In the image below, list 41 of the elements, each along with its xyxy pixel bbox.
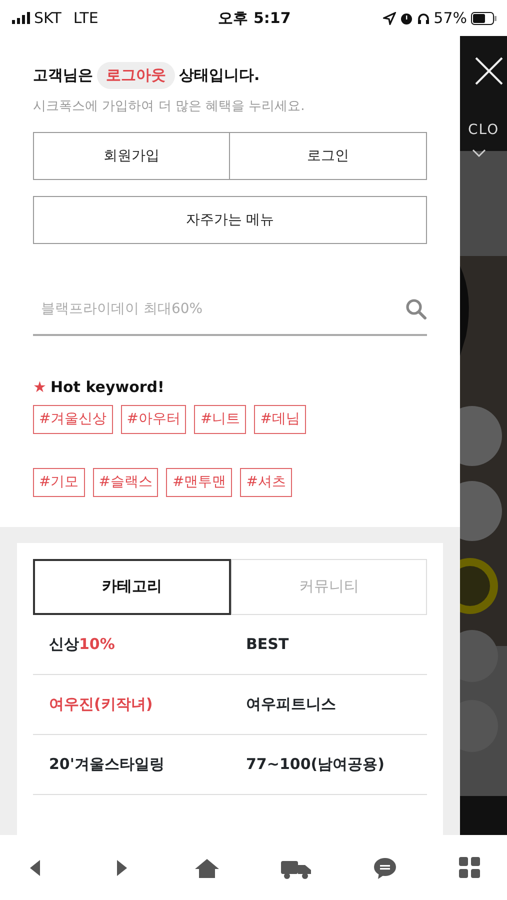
category-link[interactable]: 신상10% <box>33 632 230 656</box>
chat-icon[interactable] <box>372 856 397 880</box>
frequent-menu-button[interactable]: 자주가는 메뉴 <box>33 196 427 244</box>
keyword-tag[interactable]: #아우터 <box>120 404 186 434</box>
keyword-tag[interactable]: #니트 <box>194 404 246 434</box>
greeting-text: 상태입니다. <box>179 65 260 86</box>
carrier-name: SKT <box>34 8 62 29</box>
hot-keyword-title: Hot keyword! <box>50 377 164 398</box>
battery-percent: 57% <box>434 8 467 29</box>
category-link[interactable]: 20'겨울스타일링 <box>33 752 230 776</box>
category-tab[interactable]: 카테고리 <box>33 558 231 614</box>
keyword-tag[interactable]: #기모 <box>33 468 85 496</box>
keyword-tag[interactable]: #슬랙스 <box>92 468 158 496</box>
category-link[interactable]: BEST <box>230 632 427 656</box>
keyword-tag[interactable]: #겨울신상 <box>33 404 113 434</box>
keyword-tag[interactable]: #맨투맨 <box>166 468 232 496</box>
greeting-text: 고객님은 <box>33 65 93 86</box>
chevron-icon <box>472 148 486 157</box>
category-tab[interactable]: 커뮤니티 <box>231 558 427 614</box>
menu-label: CLO <box>468 121 500 140</box>
login-status-badge: 로그아웃 <box>97 62 175 88</box>
battery-icon <box>471 12 497 24</box>
close-icon[interactable] <box>474 56 504 86</box>
location-icon <box>382 12 396 24</box>
headphones-icon <box>416 12 430 24</box>
category-link[interactable]: 여우진(키작녀) <box>33 692 230 716</box>
keyword-tag[interactable]: #셔츠 <box>240 468 292 496</box>
search-field[interactable]: 블랙프라이데이 최대60% <box>33 298 405 320</box>
grid-icon[interactable] <box>458 856 482 880</box>
alarm-icon <box>400 12 413 24</box>
category-link[interactable]: 77~100(남여공용) <box>230 752 427 776</box>
category-link[interactable]: 여우피트니스 <box>230 692 427 716</box>
status-time: 오후 5:17 <box>217 8 292 29</box>
keyword-tag[interactable]: #데님 <box>254 404 306 434</box>
network-type: LTE <box>73 8 98 29</box>
signup-message: 시크폭스에 가입하여 더 많은 혜택을 누리세요. <box>33 98 306 116</box>
login-button[interactable]: 로그인 <box>230 132 427 180</box>
search-icon[interactable] <box>405 298 427 320</box>
star-mark: ★ <box>33 377 46 398</box>
signup-button[interactable]: 회원가입 <box>33 132 230 180</box>
signal-icon <box>12 12 30 24</box>
